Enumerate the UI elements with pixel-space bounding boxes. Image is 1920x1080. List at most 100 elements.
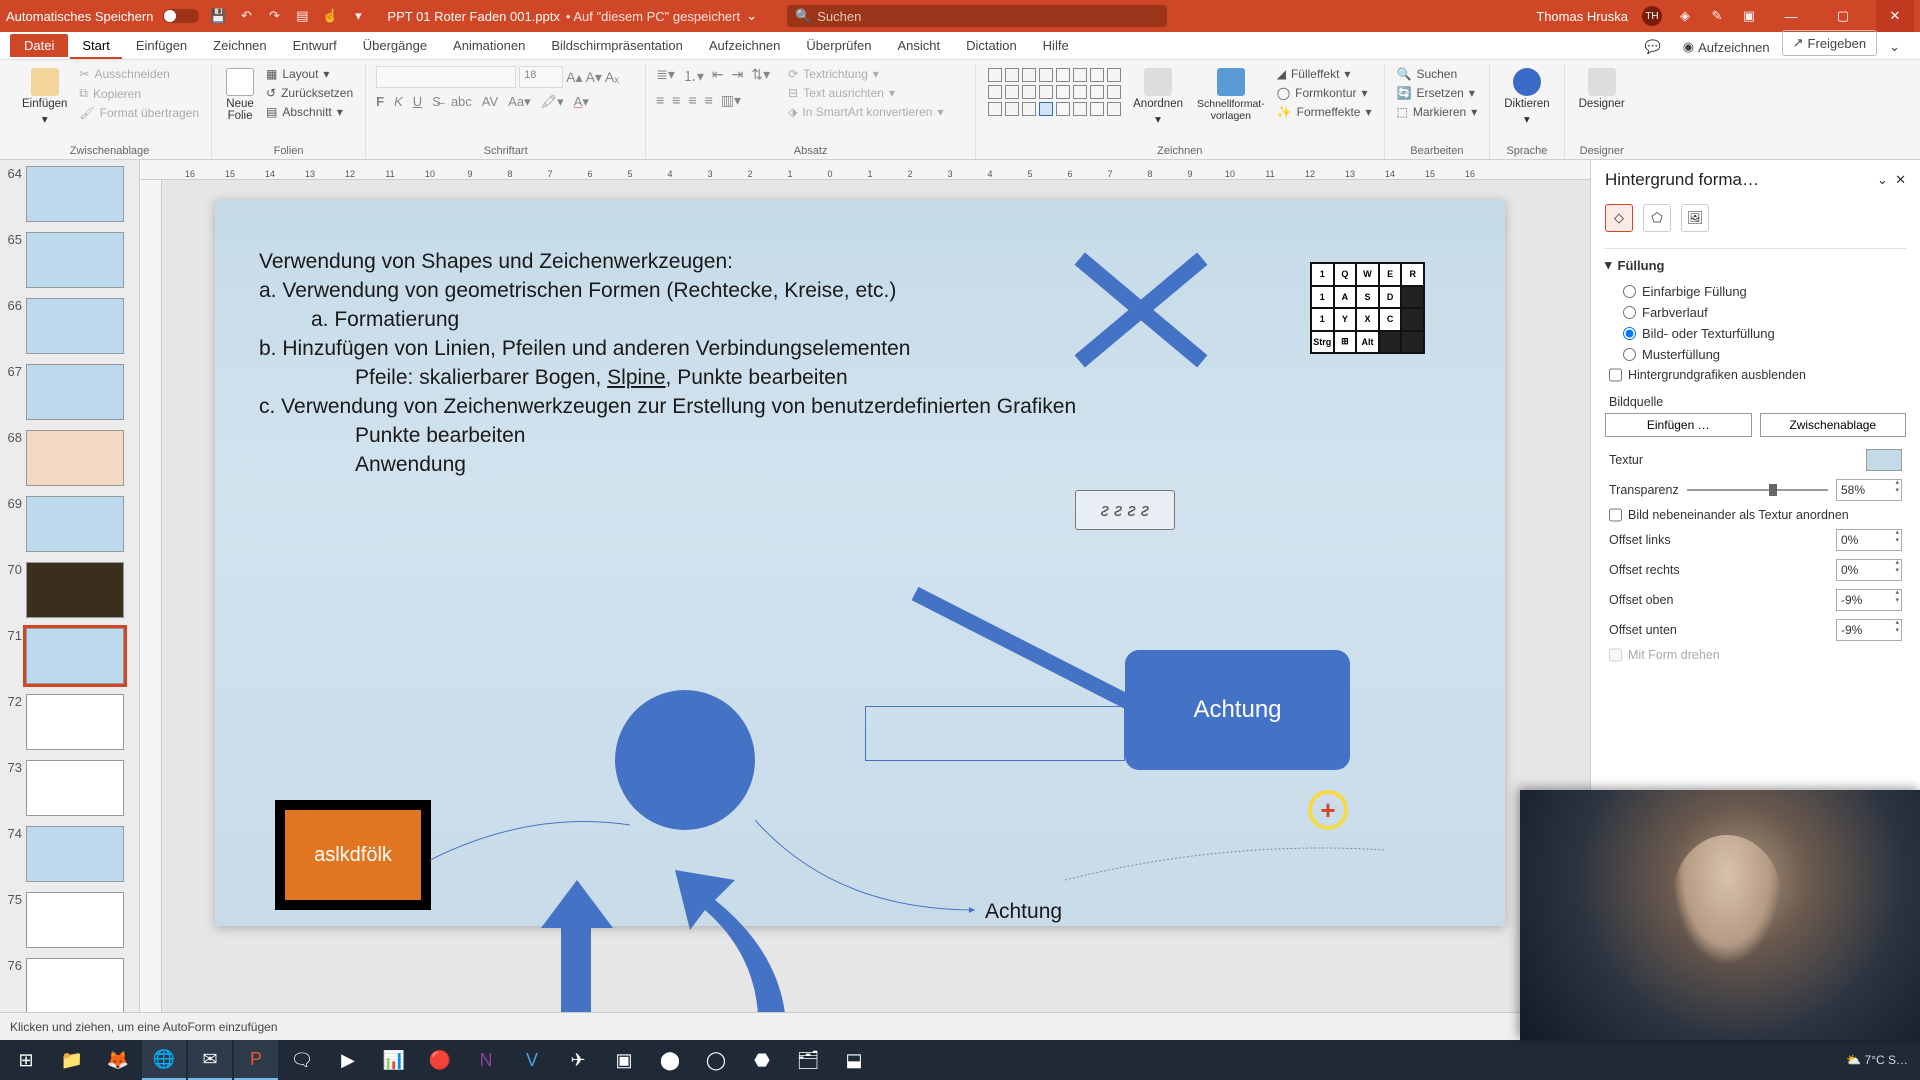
tab-draw[interactable]: Zeichnen	[201, 34, 278, 59]
shape-cross[interactable]	[1071, 250, 1211, 370]
shape-insert-cursor[interactable]: +	[1308, 790, 1348, 830]
tab-slideshow[interactable]: Bildschirmpräsentation	[539, 34, 695, 59]
layout-button[interactable]: ▦ Layout ▾	[264, 66, 355, 82]
slide-thumb-72[interactable]	[26, 694, 124, 750]
taskbar-telegram-icon[interactable]: ✈	[556, 1040, 600, 1080]
taskbar-chrome-icon[interactable]: 🌐	[142, 1040, 186, 1080]
replace-button[interactable]: 🔄 Ersetzen ▾	[1395, 85, 1480, 101]
taskbar-app-icon[interactable]: 🗨	[280, 1040, 324, 1080]
tab-transitions[interactable]: Übergänge	[351, 34, 439, 59]
slide-thumb-73[interactable]	[26, 760, 124, 816]
shape-gallery[interactable]	[986, 66, 1123, 143]
comments-button[interactable]: 💬	[1635, 35, 1671, 59]
quick-styles-button[interactable]: Schnellformat- vorlagen	[1193, 66, 1269, 143]
close-button[interactable]: ✕	[1876, 0, 1914, 32]
minimize-button[interactable]: —	[1772, 0, 1810, 32]
texture-dropdown[interactable]	[1866, 449, 1902, 471]
slide-thumb-74[interactable]	[26, 826, 124, 882]
taskbar-app4-icon[interactable]: ▣	[602, 1040, 646, 1080]
taskbar-powerpoint-icon[interactable]: P	[234, 1040, 278, 1080]
weather-widget[interactable]: ⛅ 7°C S…	[1846, 1053, 1908, 1067]
tab-insert[interactable]: Einfügen	[124, 34, 199, 59]
pane-options-icon[interactable]: ⌄	[1877, 172, 1888, 187]
taskbar-app6-icon[interactable]: ⬣	[740, 1040, 784, 1080]
pane-close-icon[interactable]: ✕	[1895, 172, 1906, 187]
text-achtung2[interactable]: Achtung	[985, 900, 1062, 924]
slide-thumbnail-panel[interactable]: 64 65 66 67 68 69 70 71 72 73 74 75 76 7…	[0, 160, 140, 1012]
offset-bottom-spinner[interactable]: -9%	[1836, 619, 1902, 641]
slide-editor[interactable]: 1615141312111098765432101234567891011121…	[140, 160, 1590, 1012]
shape-effects-button[interactable]: ✨ Formeffekte ▾	[1275, 104, 1374, 120]
slide-thumb-64[interactable]	[26, 166, 124, 222]
undo-icon[interactable]: ↶	[237, 7, 255, 25]
taskbar-app2-icon[interactable]: 📊	[372, 1040, 416, 1080]
radio-solid-fill[interactable]: Einfarbige Füllung	[1605, 281, 1906, 302]
clipboard-picture-button[interactable]: Zwischenablage	[1760, 413, 1907, 437]
shape-rectangle-outline[interactable]	[865, 706, 1125, 761]
diamond-icon[interactable]: ◈	[1676, 7, 1694, 25]
shape-orange-rect[interactable]: aslkdfölk	[275, 800, 431, 910]
tab-file[interactable]: Datei	[10, 34, 68, 57]
taskbar-obs-icon[interactable]: ⬤	[648, 1040, 692, 1080]
slide-thumb-65[interactable]	[26, 232, 124, 288]
section-button[interactable]: ▤ Abschnitt ▾	[264, 104, 355, 120]
search-box[interactable]: 🔍	[787, 5, 1167, 27]
shape-achtung-box[interactable]: Achtung	[1125, 650, 1350, 770]
tab-animations[interactable]: Animationen	[441, 34, 537, 59]
shape-outline-button[interactable]: ◯ Formkontur ▾	[1275, 85, 1374, 101]
selected-shape-sun[interactable]	[1039, 102, 1053, 116]
taskbar-outlook-icon[interactable]: ✉	[188, 1040, 232, 1080]
taskbar-explorer-icon[interactable]: 📁	[50, 1040, 94, 1080]
new-slide-button[interactable]: Neue Folie	[222, 66, 258, 143]
tab-design[interactable]: Entwurf	[281, 34, 349, 59]
fill-section-header[interactable]: ▾Füllung	[1605, 257, 1906, 273]
tab-review[interactable]: Überprüfen	[794, 34, 883, 59]
connector-curve-left[interactable]	[430, 820, 640, 880]
share-button[interactable]: ↗ Freigeben	[1782, 30, 1877, 56]
present-icon[interactable]: ▤	[293, 7, 311, 25]
taskbar-app3-icon[interactable]: 🔴	[418, 1040, 462, 1080]
slide-thumb-71[interactable]	[26, 628, 124, 684]
slide-thumb-68[interactable]	[26, 430, 124, 486]
user-avatar[interactable]: TH	[1642, 6, 1662, 26]
title-dropdown-icon[interactable]: ⌄	[746, 8, 757, 24]
slide-thumb-66[interactable]	[26, 298, 124, 354]
reset-button[interactable]: ↺ Zurücksetzen	[264, 85, 355, 101]
maximize-button[interactable]: ▢	[1824, 0, 1862, 32]
connector-long-curve[interactable]	[1065, 830, 1395, 900]
window-mode-icon[interactable]: ▣	[1740, 7, 1758, 25]
start-button[interactable]: ⊞	[4, 1040, 48, 1080]
radio-gradient-fill[interactable]: Farbverlauf	[1605, 302, 1906, 323]
slide-text-block[interactable]: Verwendung von Shapes und Zeichenwerkzeu…	[259, 248, 1076, 480]
designer-button[interactable]: Designer	[1575, 66, 1629, 143]
taskbar-vscode-icon[interactable]: V	[510, 1040, 554, 1080]
slide-canvas[interactable]: Verwendung von Shapes und Zeichenwerkzeu…	[215, 200, 1505, 926]
taskbar-app7-icon[interactable]: 🗂	[786, 1040, 830, 1080]
insert-picture-button[interactable]: Einfügen …	[1605, 413, 1752, 437]
ribbon-collapse-icon[interactable]: ⌄	[1879, 35, 1910, 59]
slide-thumb-69[interactable]	[26, 496, 124, 552]
tab-dictation[interactable]: Dictation	[954, 34, 1029, 59]
effects-tab-icon[interactable]: ⬠	[1643, 204, 1671, 232]
record-button[interactable]: ◉ Aufzeichnen	[1673, 35, 1780, 59]
offset-right-spinner[interactable]: 0%	[1836, 559, 1902, 581]
search-input[interactable]	[817, 9, 1159, 24]
qat-more-icon[interactable]: ▾	[349, 7, 367, 25]
autosave-toggle[interactable]	[163, 9, 199, 23]
slide-thumb-76[interactable]	[26, 958, 124, 1012]
shape-curved-arrow[interactable]	[635, 860, 815, 1012]
shape-circle[interactable]	[615, 690, 755, 830]
check-tile[interactable]: Bild nebeneinander als Textur anordnen	[1605, 505, 1906, 525]
tab-record[interactable]: Aufzeichnen	[697, 34, 793, 59]
shape-fill-button[interactable]: ◢ Fülleffekt ▾	[1275, 66, 1374, 82]
slide-thumb-75[interactable]	[26, 892, 124, 948]
taskbar-app8-icon[interactable]: ⬓	[832, 1040, 876, 1080]
picture-tab-icon[interactable]: 🖼	[1681, 204, 1709, 232]
taskbar-vlc-icon[interactable]: ▶	[326, 1040, 370, 1080]
save-icon[interactable]: 💾	[209, 7, 227, 25]
taskbar-firefox-icon[interactable]: 🦊	[96, 1040, 140, 1080]
arrange-button[interactable]: Anordnen▾	[1129, 66, 1187, 143]
taskbar-onenote-icon[interactable]: N	[464, 1040, 508, 1080]
shape-scribble-box[interactable]: ᴤ ᴤ ᴤ ᴤ	[1075, 490, 1175, 530]
redo-icon[interactable]: ↷	[265, 7, 283, 25]
